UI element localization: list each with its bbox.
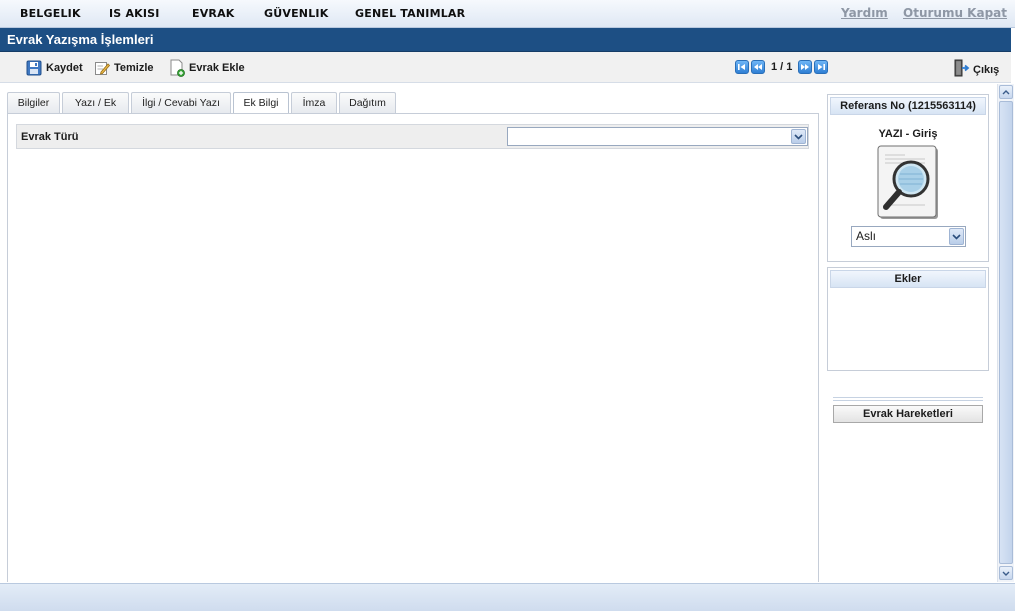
chevron-down-icon[interactable]: [791, 129, 806, 144]
last-page-button[interactable]: [814, 60, 829, 74]
doc-kind-label: YAZI - Giriş: [878, 128, 938, 140]
scroll-up-button[interactable]: [999, 85, 1013, 99]
logout-link[interactable]: Oturumu Kapat: [903, 6, 1007, 20]
menu-item-is-akisi[interactable]: IS AKISI: [109, 7, 160, 20]
previous-page-icon: [754, 64, 762, 70]
scroll-thumb[interactable]: [999, 101, 1013, 564]
page-title: Evrak Yazışma İşlemleri: [7, 32, 154, 47]
vertical-scrollbar[interactable]: [997, 84, 1014, 582]
door-exit-icon: [954, 59, 970, 80]
tab-bilgiler[interactable]: Bilgiler: [7, 92, 60, 114]
menu-item-belgelik[interactable]: BELGELIK: [20, 7, 81, 20]
menu-item-guvenlik[interactable]: GÜVENLIK: [264, 7, 328, 20]
help-link[interactable]: Yardım: [841, 6, 888, 20]
toolbar: Kaydet Temizle Evrak Ekle 1 / 1 Çıkış: [0, 52, 1011, 83]
menu-item-evrak[interactable]: EVRAK: [192, 7, 235, 20]
reference-box: Referans No (1215563114) YAZI - Giriş As…: [827, 94, 989, 262]
save-button[interactable]: Kaydet: [26, 59, 83, 77]
doc-type-select[interactable]: [507, 127, 808, 146]
copy-type-value: Aslı: [856, 229, 877, 243]
document-add-icon: [169, 59, 185, 77]
add-document-label: Evrak Ekle: [189, 62, 245, 74]
previous-page-button[interactable]: [751, 60, 765, 74]
doc-type-row: Evrak Türü: [16, 124, 809, 149]
magnifier-document-icon[interactable]: [875, 145, 941, 223]
footer-bar: [0, 583, 1015, 611]
next-page-icon: [801, 64, 810, 70]
reference-header: Referans No (1215563114): [830, 97, 986, 115]
doc-type-label: Evrak Türü: [21, 131, 79, 143]
page-title-bar: Evrak Yazışma İşlemleri: [0, 28, 1011, 52]
first-page-icon: [738, 64, 745, 70]
tab-imza[interactable]: İmza: [291, 92, 337, 114]
save-label: Kaydet: [46, 62, 83, 74]
tab-dagitim[interactable]: Dağıtım: [339, 92, 396, 114]
tab-ilgi-cevabi-yazi[interactable]: İlgi / Cevabi Yazı: [131, 92, 231, 114]
chevron-up-icon: [1002, 89, 1010, 94]
exit-button[interactable]: Çıkış: [954, 59, 999, 80]
page-indicator: 1 / 1: [771, 61, 793, 73]
tab-yazi-ek[interactable]: Yazı / Ek: [62, 92, 129, 114]
clear-label: Temizle: [114, 62, 154, 74]
menu-item-genel-tanimlar[interactable]: GENEL TANIMLAR: [355, 7, 465, 20]
attachments-header: Ekler: [830, 270, 986, 288]
pencil-note-icon: [94, 60, 110, 76]
top-menu-bar: BELGELIK IS AKISI EVRAK GÜVENLIK GENEL T…: [0, 0, 1015, 28]
attachments-box: Ekler: [827, 267, 989, 371]
divider: [833, 397, 983, 401]
copy-type-select[interactable]: Aslı: [851, 226, 966, 247]
ek-bilgi-panel: Evrak Türü: [7, 113, 819, 582]
add-document-button[interactable]: Evrak Ekle: [169, 59, 245, 77]
next-page-button[interactable]: [798, 60, 813, 74]
tab-ek-bilgi[interactable]: Ek Bilgi: [233, 92, 289, 115]
chevron-down-icon: [1002, 571, 1010, 576]
pager: 1 / 1: [735, 60, 829, 74]
floppy-disk-icon: [26, 60, 42, 76]
exit-label: Çıkış: [973, 63, 1000, 76]
chevron-down-icon[interactable]: [949, 228, 964, 245]
last-page-icon: [818, 64, 826, 70]
first-page-button[interactable]: [735, 60, 749, 74]
clear-button[interactable]: Temizle: [94, 59, 154, 77]
scroll-down-button[interactable]: [999, 566, 1013, 580]
document-actions-button[interactable]: Evrak Hareketleri: [833, 405, 983, 423]
